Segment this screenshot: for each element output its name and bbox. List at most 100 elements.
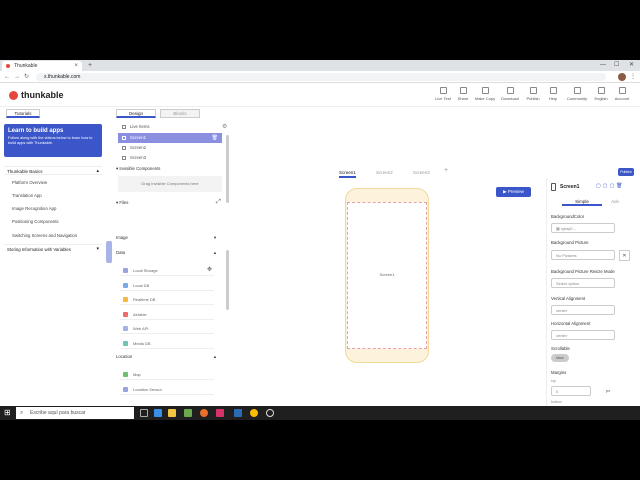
reload-button[interactable]: ↻ [24, 71, 29, 83]
url-field[interactable]: x.thunkable.com [36, 73, 606, 81]
component-realtime-db[interactable]: Realtime DB [120, 294, 214, 305]
preview-button[interactable]: ▶ Preview [496, 187, 531, 197]
add-screen-button[interactable]: + [444, 167, 448, 174]
phone-icon [551, 183, 556, 191]
publish-badge[interactable]: Publish [618, 168, 634, 176]
design-tab[interactable]: Design [116, 109, 156, 118]
tree-item-screen1[interactable]: Screen1 🗑 [118, 133, 222, 143]
firefox-icon[interactable] [200, 409, 208, 417]
clear-picture-button[interactable]: ✕ [619, 250, 630, 261]
account-button[interactable]: Account [610, 87, 634, 101]
browser-tab-title: Thunkable [14, 63, 38, 69]
download-icon [506, 87, 514, 94]
component-map[interactable]: Map [120, 369, 214, 380]
blocks-tab[interactable]: Blocks [160, 109, 200, 118]
vertical-alignment-select[interactable]: center [551, 305, 615, 315]
tutorial-item[interactable]: Image Recognition App [12, 206, 56, 211]
screenshot-area: Thunkable × + — ☐ ✕ ← → ↻ x.thunkable.co… [0, 60, 640, 420]
favicon-icon [6, 64, 10, 68]
help-button[interactable]: Help [541, 87, 565, 101]
background-color-field[interactable]: ▦ rgba(0... [551, 223, 615, 233]
chevron-down-icon: ▾ [96, 246, 99, 252]
tutorial-item[interactable]: Platform Overview [12, 180, 47, 185]
component-media-db[interactable]: Media DB [120, 338, 214, 349]
browser-menu-icon[interactable]: ⋮ [630, 71, 636, 83]
api-icon [123, 326, 128, 331]
airtable-icon [123, 312, 128, 317]
expand-icon[interactable]: ⤢ [216, 199, 221, 206]
tutorial-section-header-2[interactable]: Storing Information with Variables ▾ [4, 244, 102, 253]
app-icon [122, 125, 126, 129]
settings-gear-icon[interactable]: ⚙ [222, 123, 227, 130]
media-icon [123, 341, 128, 346]
tutorial-item[interactable]: Switching Screens and Navigation [12, 233, 77, 238]
chrome-icon[interactable] [250, 409, 258, 417]
forward-button[interactable]: → [14, 71, 20, 83]
firebase-icon [123, 297, 128, 302]
tab-advanced[interactable]: Adv [604, 197, 626, 206]
close-window-icon[interactable]: ✕ [629, 60, 634, 71]
share-button[interactable]: Share [451, 87, 475, 101]
resize-mode-select[interactable]: Select option [551, 278, 615, 288]
background-picture-field[interactable]: No Pictures [551, 250, 615, 260]
windows-start-icon[interactable]: ⊞ [4, 409, 11, 417]
browser-tab[interactable]: Thunkable × [2, 61, 82, 71]
tutorials-tab[interactable]: Tutorials [6, 109, 40, 118]
file-explorer-icon[interactable] [168, 409, 176, 417]
minimize-icon[interactable]: — [600, 60, 606, 71]
app-icon[interactable] [184, 409, 192, 417]
panel-collapse-handle[interactable] [106, 241, 112, 263]
components-scrollbar[interactable] [226, 250, 229, 310]
drag-handle-icon[interactable]: ✥ [207, 265, 212, 276]
tutorial-item[interactable]: Positioning Components [12, 219, 59, 224]
component-local-storage[interactable]: Local Storage ✥ [120, 265, 214, 276]
tab-simple[interactable]: Simple [562, 197, 602, 206]
scrollable-toggle[interactable]: false [551, 354, 569, 362]
browser-tab-bar [0, 60, 640, 71]
edge-icon[interactable] [154, 409, 162, 417]
margin-top-field[interactable]: 0 [551, 386, 591, 396]
screen-tab-3[interactable]: Screen3 [413, 170, 430, 175]
mail-icon[interactable] [234, 409, 242, 417]
component-web-api[interactable]: Web API [120, 323, 214, 334]
tree-item-screen3[interactable]: Screen3 [118, 153, 222, 163]
phone-screen-label: Screen1 [379, 272, 395, 277]
horizontal-alignment-select[interactable]: center [551, 330, 615, 340]
app-icon[interactable] [216, 409, 224, 417]
invisible-drop-zone[interactable]: Drag Invisible Components here [118, 176, 222, 192]
properties-actions-icon[interactable]: ▢▢▢🗑 [596, 183, 625, 189]
screen-tab-2[interactable]: Screen2 [376, 170, 393, 175]
tree-scrollbar[interactable] [226, 135, 229, 203]
chevron-down-icon: ▾ [213, 235, 216, 240]
make-copy-button[interactable]: Make Copy [473, 87, 497, 101]
component-group-data[interactable]: Data ▴ [116, 250, 220, 255]
learn-title: Learn to build apps [8, 128, 64, 134]
tree-header[interactable]: Live Items [118, 122, 222, 132]
taskbar-search[interactable]: ⌕ Escribe aquí para buscar [16, 407, 134, 419]
community-icon [573, 87, 581, 94]
close-tab-icon[interactable]: × [74, 61, 78, 71]
profile-avatar[interactable] [618, 73, 626, 81]
trash-icon[interactable]: 🗑 [212, 133, 218, 143]
tree-item-screen2[interactable]: Screen2 [118, 143, 222, 153]
learn-banner: Learn to build apps Follow along with th… [4, 124, 102, 157]
files-label[interactable]: ▾ Files [116, 200, 220, 206]
component-group-image[interactable]: Image ▾ [116, 235, 220, 240]
app-icon[interactable] [266, 409, 274, 417]
chevron-up-icon: ▴ [213, 250, 216, 255]
maximize-icon[interactable]: ☐ [614, 60, 619, 71]
invisible-components-label[interactable]: ▾ Invisible Components [116, 166, 220, 172]
property-label: BackgroundColor [551, 214, 585, 219]
component-group-location[interactable]: Location ▴ [116, 354, 220, 359]
component-location-sensor[interactable]: Location Sensor [120, 384, 214, 395]
task-view-icon[interactable] [140, 409, 148, 417]
tutorial-section-header[interactable]: Thunkable Basics ▴ [4, 166, 102, 175]
screen-tab-1[interactable]: Screen1 [339, 170, 356, 178]
new-tab-button[interactable]: + [88, 60, 92, 71]
component-local-db[interactable]: Local DB [120, 280, 214, 291]
component-airtable[interactable]: Airtable [120, 309, 214, 320]
download-button[interactable]: Download [498, 87, 522, 101]
tutorial-item[interactable]: Translation App [12, 193, 42, 198]
back-button[interactable]: ← [4, 71, 10, 83]
community-button[interactable]: Community [565, 87, 589, 101]
